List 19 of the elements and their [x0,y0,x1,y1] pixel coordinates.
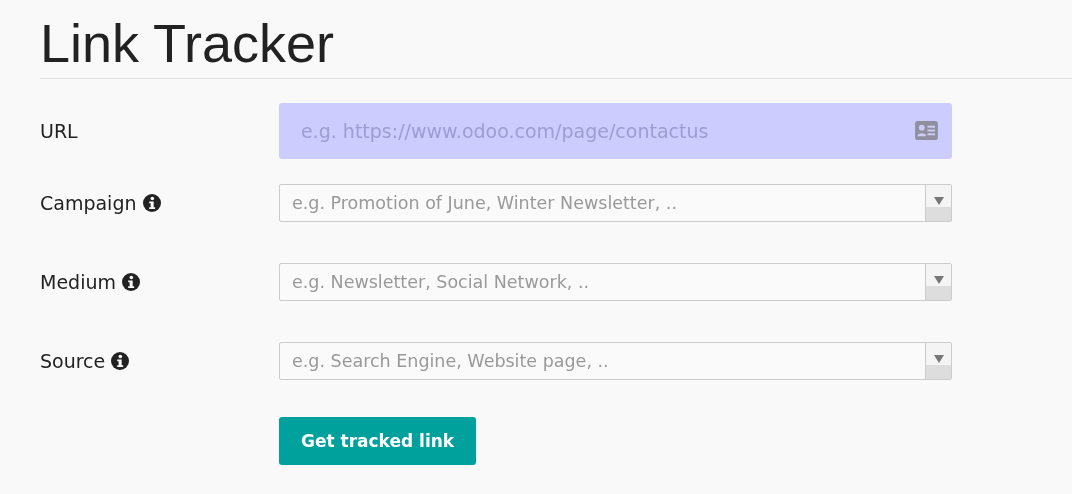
dropdown-field[interactable]: e.g. Newsletter, Social Network, .. [279,263,952,301]
dropdown-toggle[interactable] [925,185,951,221]
info-icon[interactable] [142,194,161,212]
dropdown-field[interactable]: e.g. Promotion of June, Winter Newsletter, .. [279,184,952,222]
caret-icon [933,276,944,284]
dropdown-toggle[interactable] [925,264,951,300]
contact-card-icon [915,121,938,140]
field-label: Medium [40,271,116,293]
get-tracked-link-button[interactable]: Get tracked link [279,417,477,465]
page-title: Link Tracker [40,12,335,75]
field-label: Source [40,350,106,372]
caret-icon [933,355,944,363]
caret-icon [933,197,944,205]
info-icon[interactable] [111,352,130,370]
field-label: Campaign [40,192,137,214]
info-icon[interactable] [122,273,140,291]
dropdown-field[interactable]: e.g. Search Engine, Website page, .. [279,342,952,380]
dropdown-toggle[interactable] [925,343,951,379]
field-label: URL [40,120,78,142]
